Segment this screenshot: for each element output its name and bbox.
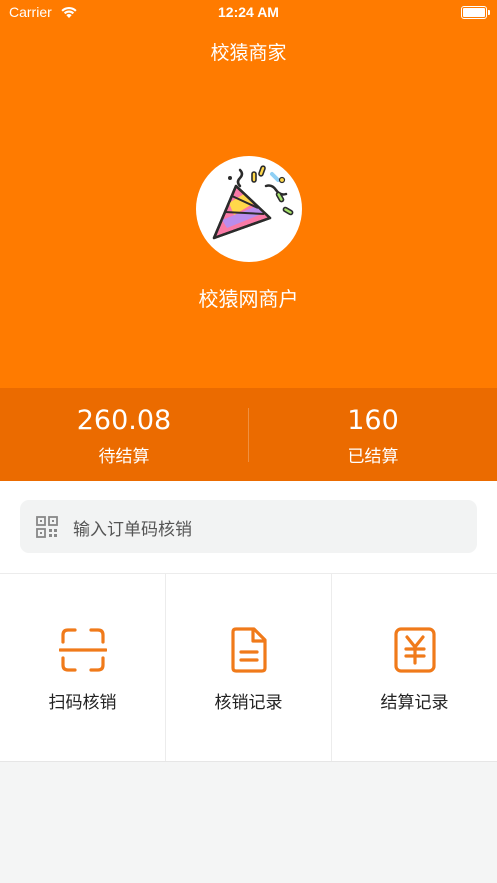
scan-icon — [59, 628, 107, 672]
merchant-name: 校猿网商户 — [198, 287, 299, 311]
pending-settlement[interactable]: 260.08 待结算 — [0, 388, 248, 481]
verify-records-button[interactable]: 核销记录 — [166, 574, 331, 762]
pending-settlement-value: 260.08 — [76, 405, 172, 436]
document-icon — [231, 627, 267, 673]
scan-verify-button[interactable]: 扫码核销 — [0, 574, 165, 762]
grid-bottom-divider — [0, 761, 497, 762]
page-title: 校猿商家 — [210, 42, 287, 64]
yen-receipt-icon — [394, 627, 436, 673]
settlement-records-label: 结算记录 — [380, 693, 449, 713]
order-code-search[interactable]: 输入订单码核销 — [20, 500, 477, 553]
settled-amount[interactable]: 160 已结算 — [249, 388, 497, 481]
action-grid: 扫码核销 核销记录 结算记录 — [0, 573, 497, 762]
clock: 12:24 AM — [218, 4, 279, 20]
status-bar: Carrier 12:24 AM — [0, 0, 497, 26]
settlement-records-button[interactable]: 结算记录 — [332, 574, 497, 762]
qr-code-icon[interactable] — [36, 516, 58, 538]
battery-icon — [461, 6, 490, 19]
search-input[interactable]: 输入订单码核销 — [73, 515, 192, 540]
settled-amount-value: 160 — [347, 405, 399, 436]
verify-records-label: 核销记录 — [214, 693, 283, 713]
scan-verify-label: 扫码核销 — [48, 693, 117, 713]
settled-amount-label: 已结算 — [347, 447, 399, 467]
pending-settlement-label: 待结算 — [98, 447, 150, 467]
header-banner: Carrier 12:24 AM 校猿商家 校猿网商户 — [0, 0, 497, 388]
settlement-stats: 260.08 待结算 160 已结算 — [0, 388, 497, 481]
party-popper-icon[interactable] — [196, 156, 302, 262]
